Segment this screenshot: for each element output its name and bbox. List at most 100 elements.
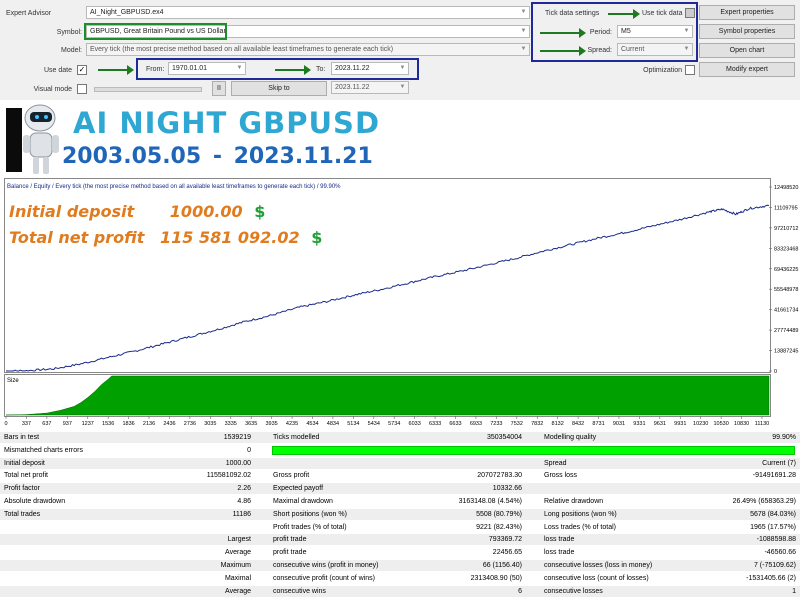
y-tick-label: 83323468 — [774, 246, 798, 252]
model-value: Every tick (the most precise method base… — [90, 46, 394, 53]
total-profit-overlay-label: Total net profit — [9, 228, 145, 247]
y-tick-label: 97210712 — [774, 226, 798, 232]
metric-value: 115581092.02 — [206, 472, 251, 480]
y-tick-label: 27774489 — [774, 328, 798, 334]
x-tick-label: 5734 — [388, 421, 400, 427]
dollar-icon: $ — [254, 202, 266, 221]
initial-deposit-overlay-label: Initial deposit — [9, 202, 135, 221]
results-row: Bars in test 1539219 Ticks modelled 3503540… — [0, 432, 800, 443]
use-tick-data-label: Use tick data — [642, 10, 683, 17]
metric-value: -1088598.88 — [756, 536, 796, 544]
x-tick-label: 10230 — [693, 421, 708, 427]
x-tick-label: 9631 — [654, 421, 666, 427]
metric-value: 1539219 — [223, 434, 251, 441]
metric-value: 11186 — [232, 510, 251, 518]
x-tick-label: 1237 — [82, 421, 94, 427]
x-tick-label: 10830 — [734, 421, 749, 427]
x-tick-label: 6933 — [470, 421, 482, 427]
metric-value: 1965 (17.57%) — [750, 523, 796, 531]
calendar-dropdown-icon: ▼ — [399, 65, 406, 71]
metric-value: 10332.66 — [492, 485, 522, 493]
initial-deposit-overlay: Initial deposit 1000.00 $ — [9, 202, 265, 221]
symbol-properties-button[interactable]: Symbol properties — [699, 24, 795, 39]
spread-label: Spread: — [587, 47, 612, 54]
visual-speed-slider[interactable] — [94, 87, 202, 92]
spread-select[interactable]: Current ▼ — [617, 43, 693, 56]
pause-button[interactable]: II — [212, 81, 226, 96]
x-tick-label: 637 — [42, 421, 51, 427]
metric-value: 66 (1156.40) — [482, 562, 522, 569]
model-select[interactable]: Every tick (the most precise method base… — [86, 43, 530, 56]
modify-expert-button[interactable]: Modify expert — [699, 62, 795, 77]
metric-value: Largest — [227, 536, 251, 544]
metric-value: 26.49% (658363.29) — [732, 498, 796, 505]
results-row: Total net profit 115581092.02 Gross profit… — [0, 470, 800, 481]
arrow-right-icon — [540, 28, 586, 38]
x-tick-label: 3935 — [265, 421, 277, 427]
results-row: Maximum consecutive wins (profit in money… — [0, 560, 800, 571]
results-row: Largest profit trade 793369.72 loss trade -1… — [0, 534, 800, 546]
total-profit-overlay: Total net profit 115 581 092.02 $ — [9, 228, 322, 247]
x-tick-label: 0 — [4, 421, 7, 427]
metric-value: 3163148.08 (4.54%) — [458, 498, 522, 505]
results-row: Profit factor 2.26 Expected payoff 10332.66 — [0, 483, 800, 495]
x-axis-ticks: 0 337 637 937 1237 1536 1836 2136 2436 2736 3035 33… — [4, 416, 769, 427]
calendar-dropdown-icon: ▼ — [399, 84, 406, 90]
tester-settings-panel: Expert Advisor AI_Night_GBPUSD.ex4 ▼ Sym… — [0, 0, 800, 100]
metric-value: 0 — [247, 446, 251, 454]
use-date-checkbox[interactable]: ✓ — [77, 65, 87, 75]
x-tick-label: 7233 — [490, 421, 502, 427]
arrow-right-icon — [275, 65, 311, 75]
expert-advisor-select[interactable]: AI_Night_GBPUSD.ex4 ▼ — [86, 6, 530, 19]
results-row: Mismatched charts errors 0 — [0, 445, 800, 456]
skip-to-date-value: 2023.11.22 — [335, 84, 370, 91]
x-tick-label: 8432 — [572, 421, 584, 427]
results-row: Average profit trade 22456.65 loss trade -46… — [0, 547, 800, 558]
metric-value: Maximum — [220, 562, 251, 569]
metric-value: 1000.00 — [225, 459, 251, 467]
x-tick-label: 10530 — [713, 421, 728, 427]
x-tick-label: 8132 — [552, 421, 564, 427]
dollar-icon: $ — [311, 228, 323, 247]
period-label: Period: — [589, 29, 612, 36]
spread-value: Current — [621, 46, 645, 53]
metric-value: -46560.66 — [764, 549, 796, 557]
open-chart-button[interactable]: Open chart — [699, 43, 795, 58]
to-date-input[interactable]: 2023.11.22 ▼ — [331, 62, 409, 75]
optimization-checkbox[interactable] — [685, 65, 695, 75]
skip-to-button[interactable]: Skip to — [231, 81, 327, 96]
banner-title: AI NIGHT GBPUSD — [73, 106, 381, 140]
expert-properties-button[interactable]: Expert properties — [699, 5, 795, 20]
x-tick-label: 9931 — [674, 421, 686, 427]
y-tick-label: 12498520 — [774, 185, 798, 191]
size-series — [5, 375, 770, 416]
use-tick-data-checkbox[interactable] — [685, 8, 695, 18]
expert-advisor-label: Expert Advisor — [6, 10, 52, 17]
metric-value: Current (7) — [762, 459, 796, 467]
size-label: Size — [7, 378, 19, 384]
modelling-quality-bar — [272, 445, 796, 455]
metric-value: -91491691.28 — [752, 472, 796, 480]
metric-value: 6 — [518, 587, 522, 595]
results-row: Initial deposit 1000.00 Spread Current (7) — [0, 457, 800, 469]
visual-mode-checkbox[interactable] — [77, 84, 87, 94]
tick-data-settings-label: Tick data settings — [545, 10, 600, 17]
total-profit-overlay-value: 115 581 092.02 — [159, 228, 300, 247]
y-tick-label: 55548978 — [774, 287, 798, 293]
x-tick-label: 937 — [63, 421, 72, 427]
chevron-down-icon: ▼ — [520, 9, 527, 15]
from-date-input[interactable]: 1970.01.01 ▼ — [168, 62, 246, 75]
chart-header: Balance / Equity / Every tick (the most … — [7, 184, 341, 190]
period-select[interactable]: M5 ▼ — [617, 25, 693, 38]
metric-value: Average — [225, 587, 251, 595]
arrow-right-icon — [98, 65, 134, 75]
robot-icon — [6, 104, 59, 174]
from-label: From: — [146, 66, 165, 73]
x-tick-label: 1836 — [122, 421, 134, 427]
chevron-down-icon: ▼ — [520, 46, 527, 52]
y-tick-label: 41661734 — [774, 308, 798, 314]
promo-banner: AI NIGHT GBPUSD 2003.05.05 - 2023.11.21 — [0, 102, 800, 177]
arrow-right-icon — [540, 46, 586, 56]
chevron-down-icon: ▼ — [683, 46, 690, 52]
skip-to-date-input[interactable]: 2023.11.22 ▼ — [331, 81, 409, 94]
